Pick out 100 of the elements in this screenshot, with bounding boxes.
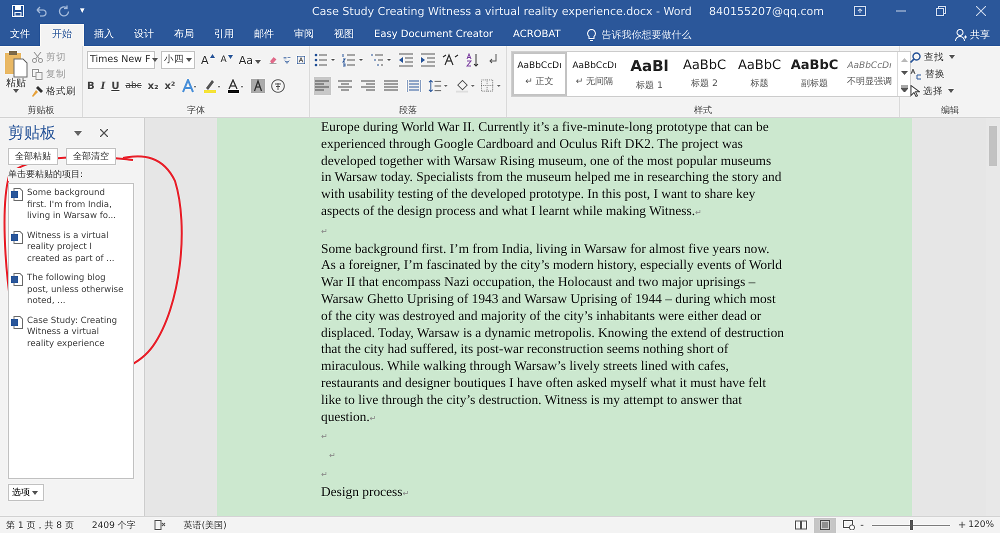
document-icon[interactable] xyxy=(11,273,23,286)
pane-title: 剪贴板 xyxy=(8,122,56,144)
text-effects-icon[interactable] xyxy=(181,79,198,93)
page-count[interactable]: 第 1 页，共 8 页 xyxy=(6,518,74,532)
style-item[interactable]: AaBbCcDı ↵ 正文 xyxy=(512,52,567,96)
enclose-character-icon[interactable] xyxy=(271,79,286,93)
bullets-icon[interactable] xyxy=(314,53,336,67)
format-button[interactable]: abc xyxy=(125,81,142,91)
caret-icon xyxy=(948,89,954,93)
decrease-indent-icon[interactable] xyxy=(398,53,414,67)
format-button[interactable]: I xyxy=(100,80,106,92)
ribbon-tab[interactable]: 设计 xyxy=(124,24,164,46)
document-icon[interactable] xyxy=(11,188,23,201)
style-item[interactable]: AaBl 标题 1 xyxy=(622,52,677,96)
replace-button[interactable]: 替换 xyxy=(910,67,996,81)
ribbon-tab[interactable]: 视图 xyxy=(324,24,364,46)
ribbon-tab[interactable]: 审阅 xyxy=(284,24,324,46)
clipboard-icon xyxy=(4,50,28,78)
style-item[interactable]: AaBbC 标题 2 xyxy=(677,52,732,96)
customize-arrow[interactable]: ▾ xyxy=(80,6,85,16)
alignment-button[interactable] xyxy=(314,77,331,95)
ribbon-tab[interactable]: ACROBAT xyxy=(503,24,571,46)
format-button[interactable]: x₂ xyxy=(148,80,158,92)
redo-icon[interactable] xyxy=(58,5,70,17)
borders-icon[interactable] xyxy=(481,79,502,93)
shrink-font-button[interactable]: A xyxy=(220,55,233,65)
font-color-icon[interactable] xyxy=(227,79,246,93)
view-icon xyxy=(795,520,808,530)
style-item[interactable]: AaBbCcDı ↵ 无间隔 xyxy=(567,52,622,96)
ribbon-tab[interactable]: 文件 xyxy=(0,24,40,46)
increase-indent-icon[interactable] xyxy=(420,53,436,67)
alignment-button[interactable] xyxy=(405,77,422,95)
ribbon-tab[interactable]: 布局 xyxy=(164,24,204,46)
find-button[interactable]: 查找 xyxy=(910,50,996,64)
ribbon-display-icon[interactable] xyxy=(854,6,866,16)
language-status[interactable]: 英语(美国) xyxy=(184,518,227,532)
sort-icon[interactable] xyxy=(466,53,480,67)
grow-font-button[interactable]: A xyxy=(201,54,215,66)
zoom-in-button[interactable]: + xyxy=(958,520,966,530)
highlighter-icon[interactable] xyxy=(203,79,222,93)
undo-icon[interactable] xyxy=(34,5,48,17)
clear-all-button[interactable]: 全部清空 xyxy=(66,148,116,165)
clipboard-item[interactable]: Case Study: Creating Witness a virtual reality experience xyxy=(27,316,124,350)
clipboard-item[interactable]: Some background first. I'm from India, living in Warsaw fo... xyxy=(27,188,124,222)
format-painter-button[interactable]: 格式刷 xyxy=(32,84,76,98)
format-button[interactable]: B xyxy=(87,80,95,92)
style-item[interactable]: AaBbC 标题 xyxy=(732,52,787,96)
paste-button[interactable]: 粘贴 xyxy=(4,50,28,104)
format-button[interactable]: U xyxy=(111,80,120,92)
ribbon-tab[interactable]: Easy Document Creator xyxy=(364,24,504,46)
restore-icon[interactable] xyxy=(936,6,946,16)
font-size-dropdown[interactable]: 小四 xyxy=(161,51,195,69)
scroll-down-icon[interactable] xyxy=(900,70,908,76)
group-label: 段落 xyxy=(398,104,418,117)
proofing-icon[interactable] xyxy=(154,520,166,530)
document-icon[interactable] xyxy=(11,230,23,244)
change-case-button[interactable]: Aa xyxy=(238,54,263,66)
line-spacing-icon[interactable] xyxy=(428,79,449,93)
select-button[interactable]: 选择 xyxy=(910,84,996,98)
numbering-icon[interactable] xyxy=(342,53,364,67)
save-icon[interactable] xyxy=(12,5,24,17)
style-preview: AaBbCcDı xyxy=(571,60,618,70)
zoom-level[interactable]: 120% xyxy=(968,520,994,530)
close-icon[interactable] xyxy=(100,129,108,137)
account-name[interactable]: 840155207@qq.com xyxy=(709,4,824,18)
ribbon-tab[interactable]: 邮件 xyxy=(244,24,284,46)
share-button[interactable]: 共享 xyxy=(955,24,990,46)
zoom-out-button[interactable]: - xyxy=(860,520,864,530)
options-button[interactable]: 选项 xyxy=(8,484,44,501)
group-label: 剪贴板 xyxy=(26,104,56,117)
clipboard-item[interactable]: Witness is a virtual reality project I created as part of ... xyxy=(27,230,124,265)
character-border-icon[interactable] xyxy=(297,53,306,67)
character-shading-icon[interactable] xyxy=(251,79,266,93)
multilevel-list-icon[interactable] xyxy=(370,53,392,67)
zoom-slider[interactable] xyxy=(872,520,950,530)
pane-options-icon[interactable] xyxy=(74,130,82,136)
style-name: ↵ 正文 xyxy=(525,76,554,88)
ribbon-tab[interactable]: 引用 xyxy=(204,24,244,46)
ribbon-tab[interactable]: 开始 xyxy=(40,24,84,46)
document-icon[interactable] xyxy=(11,316,23,328)
style-item[interactable]: AaBbCcDı 不明显强调 xyxy=(842,52,897,96)
caret-icon xyxy=(13,89,19,93)
tell-me-field[interactable]: 告诉我你想要做什么 xyxy=(600,28,734,42)
view-button[interactable] xyxy=(814,518,836,532)
format-button[interactable]: x² xyxy=(164,80,176,92)
word-count[interactable]: 2409 个字 xyxy=(92,518,136,532)
scissors-icon xyxy=(32,52,43,62)
alignment-icon xyxy=(338,80,352,92)
style-item[interactable]: AaBbC 副标题 xyxy=(787,52,842,96)
group-label: 样式 xyxy=(693,104,713,117)
paste-all-button[interactable]: 全部粘贴 xyxy=(8,148,58,165)
style-preview: AaBbC xyxy=(790,58,839,73)
ribbon-tab[interactable]: 插入 xyxy=(84,24,124,46)
replace-icon xyxy=(910,68,922,80)
paragraph: ↵ xyxy=(321,431,329,444)
clipboard-item[interactable]: The following blog post, unless otherwise noted, ... xyxy=(27,273,124,308)
more-icon[interactable] xyxy=(900,84,908,92)
font-name-dropdown[interactable]: Times New F xyxy=(87,51,155,69)
view-icon xyxy=(819,520,832,530)
caret-icon xyxy=(949,55,955,59)
